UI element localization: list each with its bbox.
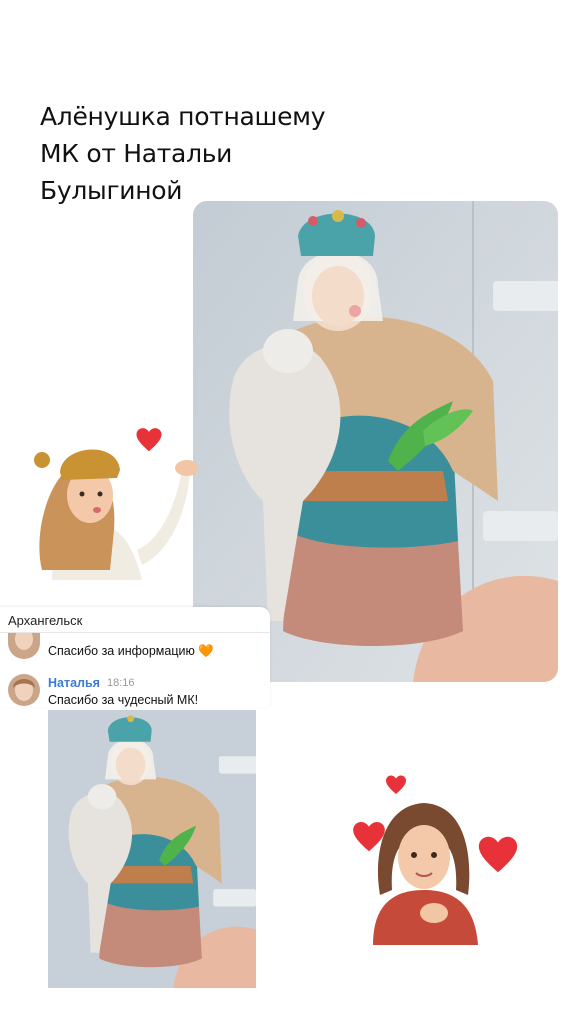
avatar[interactable] bbox=[8, 674, 40, 706]
heart-icon bbox=[386, 775, 406, 794]
message-author[interactable]: Наталья bbox=[48, 676, 100, 690]
chat-location: Архангельск bbox=[8, 613, 83, 628]
title-line-2: МК от Натальи bbox=[40, 139, 233, 168]
girl-sticker-right bbox=[368, 795, 480, 945]
chat-message-text: Спасибо за информацию 🧡 bbox=[48, 644, 214, 658]
chat-message-text: Спасибо за чудесный МК! bbox=[48, 693, 199, 707]
page-title: Алёнушка потнашему МК от Натальи Булыгин… bbox=[40, 98, 360, 209]
divider bbox=[0, 632, 270, 633]
girl-sticker-left bbox=[22, 430, 199, 580]
chat-card: Архангельск Спасибо за информацию 🧡 Ната… bbox=[0, 607, 270, 707]
message-time: 18:16 bbox=[107, 677, 135, 689]
doll-photo-attachment[interactable] bbox=[48, 710, 256, 988]
heart-icon bbox=[478, 836, 518, 873]
title-line-1: Алёнушка потнашему bbox=[40, 102, 326, 131]
avatar[interactable] bbox=[8, 633, 40, 659]
